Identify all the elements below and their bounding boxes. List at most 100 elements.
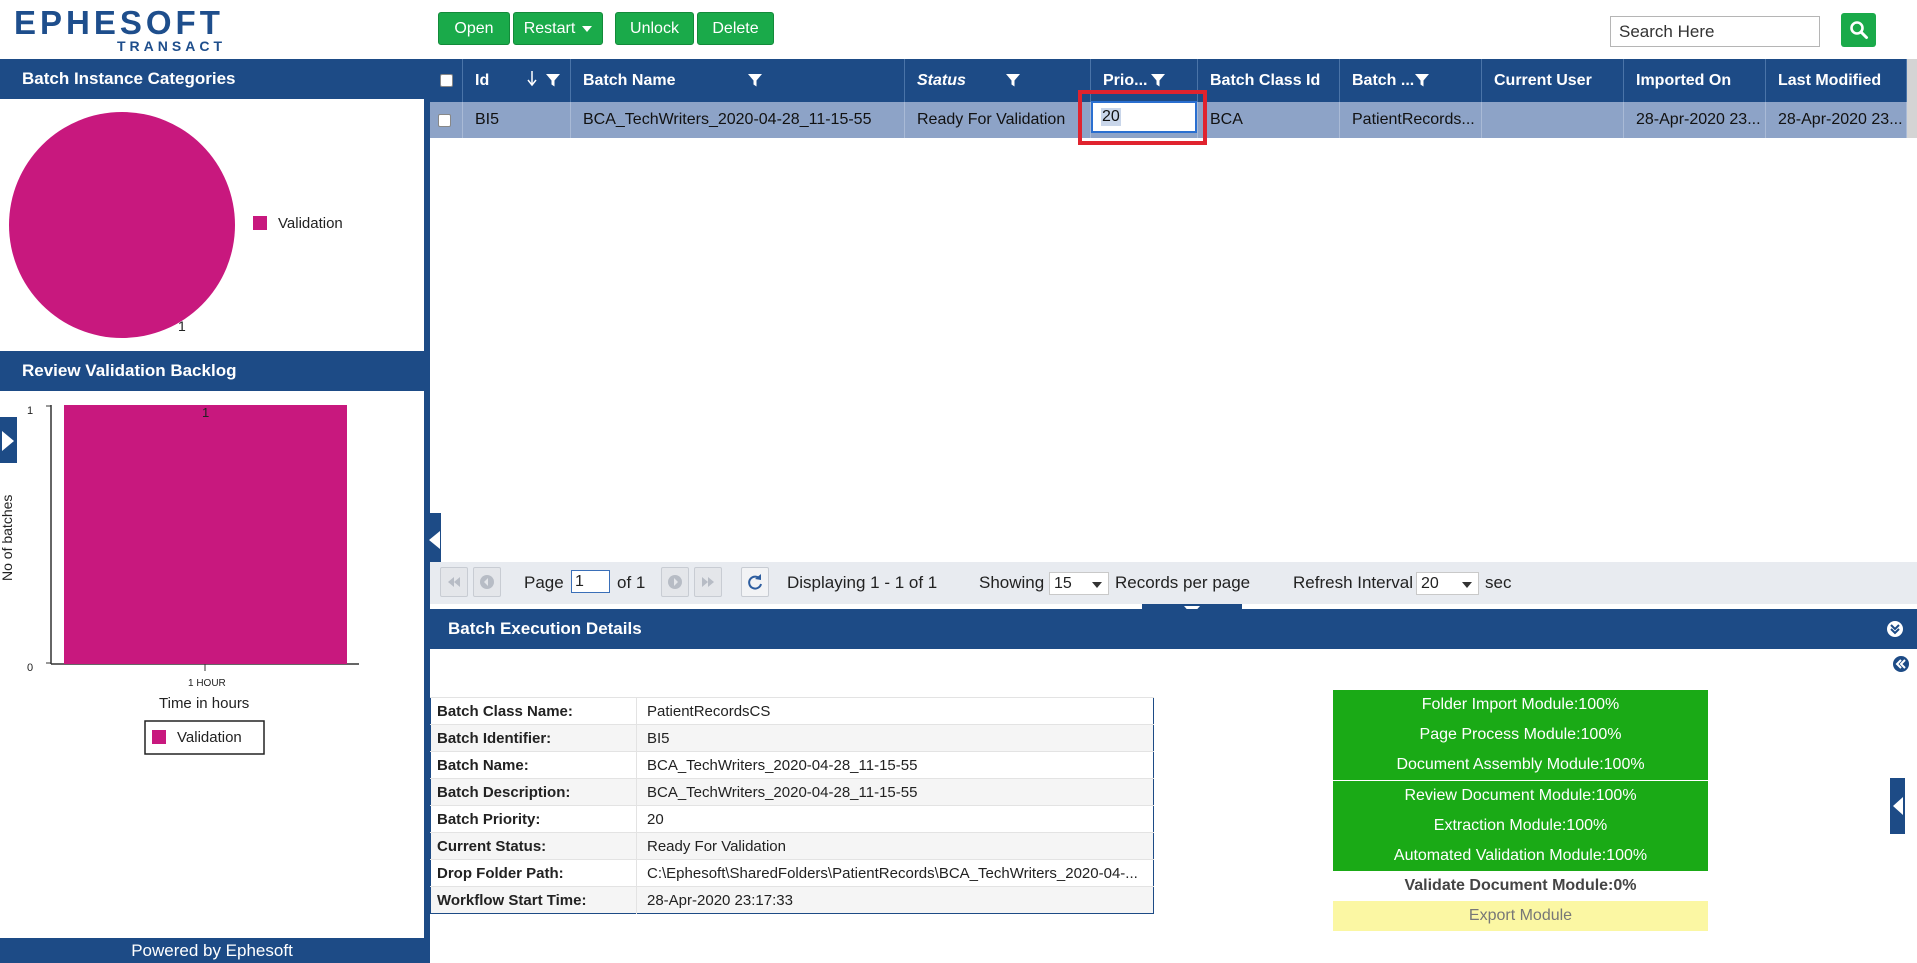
status-filter-icon[interactable] — [1005, 72, 1021, 88]
detail-key: Batch Class Name: — [430, 697, 637, 725]
first-page-icon — [448, 577, 460, 587]
batch-execution-details-title: Batch Execution Details — [448, 619, 642, 638]
review-validation-backlog-header: Review Validation Backlog — [0, 351, 424, 391]
row-checkbox[interactable] — [438, 113, 451, 127]
refresh-button[interactable] — [741, 567, 769, 597]
last-page-icon — [702, 577, 714, 587]
collapse-left-panel-tab[interactable] — [429, 513, 441, 568]
next-page-button[interactable] — [661, 567, 689, 597]
search-button[interactable] — [1841, 13, 1876, 47]
column-header-batch-description-label: Batch ... — [1352, 71, 1415, 89]
detail-value: BI5 — [636, 724, 1154, 752]
previous-page-button[interactable] — [473, 567, 501, 597]
previous-page-icon — [480, 575, 494, 589]
detail-value: BCA_TechWriters_2020-04-28_11-15-55 — [636, 751, 1154, 779]
detail-key: Batch Name: — [430, 751, 637, 779]
first-page-button[interactable] — [440, 567, 468, 597]
column-header-status[interactable]: Status — [905, 59, 1091, 102]
detail-row: Batch Priority: 20 — [430, 805, 1154, 833]
expand-right-icon — [2, 431, 14, 451]
detail-row: Batch Description: BCA_TechWriters_2020-0… — [430, 778, 1154, 806]
pie-legend-label[interactable]: Validation — [278, 215, 343, 232]
logo-product: TRANSACT — [117, 38, 226, 54]
logo-wordmark: EPHESOFT — [14, 4, 224, 41]
select-all-checkbox[interactable] — [440, 74, 453, 87]
detail-value: 20 — [636, 805, 1154, 833]
cell-last-modified[interactable]: 28-Apr-2020 23... — [1766, 102, 1907, 138]
app-root: EPHESOFT TRANSACT Open Restart Unlock De… — [0, 0, 1917, 963]
cell-batch-class-id[interactable]: BCA — [1198, 102, 1340, 138]
records-per-page-select[interactable]: 15 — [1049, 572, 1109, 595]
detail-row: Workflow Start Time: 28-Apr-2020 23:17:33 — [430, 886, 1154, 914]
expand-right-panel-tab[interactable] — [1890, 778, 1905, 834]
batch-instance-categories-header: Batch Instance Categories — [0, 59, 424, 99]
y-tick-label-0: 0 — [27, 662, 33, 674]
detail-value: C:\Ephesoft\SharedFolders\PatientRecords… — [636, 859, 1154, 887]
displaying-summary: Displaying 1 - 1 of 1 — [787, 573, 938, 592]
priority-filter-icon[interactable] — [1150, 72, 1166, 88]
search-input[interactable] — [1610, 16, 1820, 47]
bar-value-label: 1 — [202, 405, 209, 420]
cell-batch-name[interactable]: BCA_TechWriters_2020-04-28_11-15-55 — [571, 102, 905, 138]
refresh-interval-select[interactable]: 20 — [1416, 572, 1479, 595]
chevron-double-down-icon[interactable] — [1886, 620, 1904, 638]
column-header-last-modified[interactable]: Last Modified — [1766, 59, 1907, 102]
x-axis-title: Time in hours — [159, 695, 249, 712]
module-status: Automated Validation Module:100% — [1333, 841, 1708, 871]
column-header-batch-class-id[interactable]: Batch Class Id — [1198, 59, 1340, 102]
chevron-down-icon — [1092, 582, 1102, 588]
page-label: Page — [524, 573, 564, 592]
detail-value: Ready For Validation — [636, 832, 1154, 860]
bar-legend-label[interactable]: Validation — [177, 729, 242, 746]
cell-imported-on[interactable]: 28-Apr-2020 23... — [1624, 102, 1766, 138]
detail-key: Workflow Start Time: — [430, 886, 637, 914]
chevron-double-left-icon[interactable] — [1892, 655, 1910, 673]
pie-slice-validation[interactable] — [9, 112, 235, 338]
open-button[interactable]: Open — [438, 12, 510, 45]
detail-row: Batch Class Name: PatientRecordsCS — [430, 697, 1154, 725]
column-header-imported-on[interactable]: Imported On — [1624, 59, 1766, 102]
batch-description-filter-icon[interactable] — [1414, 72, 1430, 88]
batch-name-filter-icon[interactable] — [747, 72, 763, 88]
last-page-button[interactable] — [694, 567, 722, 597]
chevron-down-icon — [582, 25, 593, 32]
expand-left-tab[interactable] — [0, 417, 17, 463]
ephesoft-logo: EPHESOFT TRANSACT — [14, 2, 244, 58]
detail-value: PatientRecordsCS — [636, 697, 1154, 725]
column-header-id-label: Id — [475, 71, 490, 89]
pagination-bar: Page 1 of 1 Displaying 1 - 1 of 1 Showin… — [430, 562, 1917, 604]
id-filter-icon[interactable] — [545, 72, 561, 88]
cell-status[interactable]: Ready For Validation — [905, 102, 1091, 138]
detail-key: Batch Identifier: — [430, 724, 637, 752]
sort-descending-icon[interactable] — [526, 70, 538, 88]
restart-button[interactable]: Restart — [513, 12, 603, 45]
batch-details-table: Batch Class Name: PatientRecordsCS Batch I… — [430, 697, 1154, 914]
cell-batch-description[interactable]: PatientRecords... — [1340, 102, 1482, 138]
backlog-bar-chart: 1 0 1 1 HOUR Time in hours No of batches… — [0, 405, 359, 755]
page-number-input[interactable]: 1 — [571, 570, 610, 593]
column-header-batch-name[interactable]: Batch Name — [571, 59, 905, 102]
bar-legend-swatch — [152, 730, 166, 744]
detail-key: Batch Description: — [430, 778, 637, 806]
column-header-current-user[interactable]: Current User — [1482, 59, 1624, 102]
cell-id[interactable]: BI5 — [463, 102, 571, 138]
module-status: Document Assembly Module:100% — [1333, 750, 1708, 780]
powered-by-footer: Powered by Ephesoft — [0, 938, 424, 963]
module-status: Folder Import Module:100% — [1333, 690, 1708, 720]
detail-row: Batch Name: BCA_TechWriters_2020-04-28_11… — [430, 751, 1154, 779]
column-header-batch-description[interactable]: Batch ... — [1340, 59, 1482, 102]
refresh-interval-unit: sec — [1485, 573, 1512, 592]
next-page-icon — [668, 575, 682, 589]
records-per-page-value: 15 — [1054, 574, 1072, 592]
grid-scrollbar[interactable] — [1907, 59, 1917, 138]
detail-row: Current Status: Ready For Validation — [430, 832, 1154, 860]
refresh-interval-value: 20 — [1421, 574, 1439, 592]
column-header-status-label: Status — [917, 71, 966, 89]
collapse-left-icon — [1893, 797, 1903, 815]
unlock-button[interactable]: Unlock — [615, 12, 694, 45]
delete-button[interactable]: Delete — [697, 12, 774, 45]
column-header-batch-name-label: Batch Name — [583, 71, 676, 89]
column-header-id[interactable]: Id — [463, 59, 571, 102]
bar-validation-1-hour[interactable] — [64, 405, 347, 664]
cell-current-user[interactable] — [1482, 102, 1624, 138]
